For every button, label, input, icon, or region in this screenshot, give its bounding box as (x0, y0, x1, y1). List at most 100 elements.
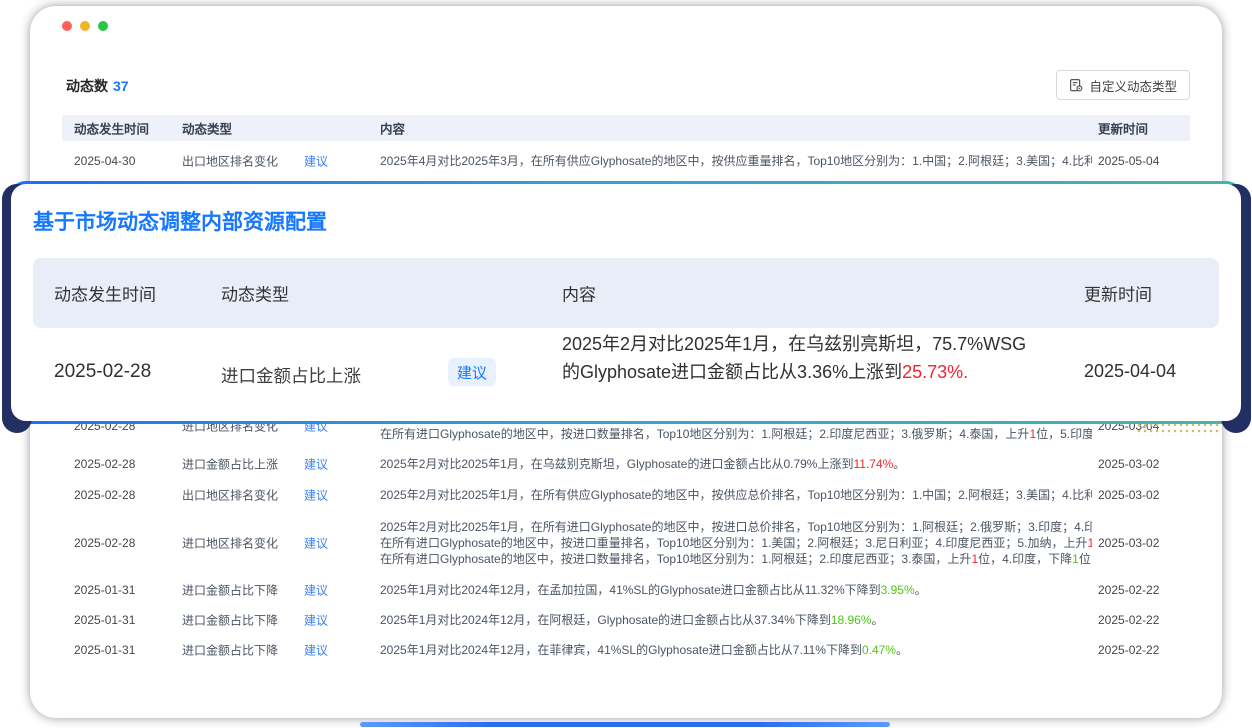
row-content: 2025年1月对比2024年12月，在菲律宾，41%SL的Glyphosate进… (380, 642, 1092, 658)
spotlight-title: 基于市场动态调整内部资源配置 (33, 206, 327, 236)
content-text: 在所有进口Glyphosate的地区中，按进口重量排名，Top10地区分别为：1… (380, 536, 1087, 550)
spotlight-occur-date: 2025-02-28 (54, 361, 151, 383)
highlight-value: 3.95% (881, 583, 915, 597)
content-text: 2025年2月对比2025年1月，在所有供应Glyphosate的地区中，按供应… (380, 488, 1092, 502)
row-content: 2025年1月对比2024年12月，在阿根廷，Glyphosate的进口金额占比… (380, 612, 1092, 628)
spotlight-dynamic-type: 进口金额占比上涨 (221, 363, 361, 388)
suggest-badge: 建议 (304, 612, 328, 629)
spotlight-header-occur-time: 动态发生时间 (54, 281, 156, 306)
table-header-row: 动态发生时间 动态类型 内容 更新时间 (62, 115, 1190, 141)
content-text: 。 (893, 457, 905, 471)
content-line: 2025年2月对比2025年1月，在乌兹别克斯坦，Glyphosate的进口金额… (380, 456, 1092, 472)
content-text: 在所有进口Glyphosate的地区中，按进口数量排名，Top10地区分别为：1… (380, 552, 971, 566)
row-update-date: 2025-03-02 (1098, 488, 1159, 502)
highlight-value: 1 (1072, 552, 1079, 566)
content-text: 。 (915, 583, 927, 597)
header-occur-time: 动态发生时间 (74, 119, 149, 138)
spotlight-update-date: 2025-04-04 (1084, 361, 1176, 382)
row-content: 2025年4月对比2025年3月，在所有供应Glyphosate的地区中，按供应… (380, 153, 1092, 169)
suggest-badge: 建议 (304, 582, 328, 599)
spotlight-panel: 基于市场动态调整内部资源配置 动态发生时间 动态类型 内容 更新时间 2025-… (8, 181, 1244, 424)
content-line: 2025年1月对比2024年12月，在菲律宾，41%SL的Glyphosate进… (380, 642, 1092, 658)
dotted-texture-decoration (1136, 422, 1220, 436)
spotlight-table-row[interactable]: 2025-02-28 进口金额占比上涨 建议 2025年2月对比2025年1月，… (11, 328, 1241, 418)
content-line: 在所有进口Glyphosate的地区中，按进口数量排名，Top10地区分别为：1… (380, 426, 1092, 442)
content-line: 在所有进口Glyphosate的地区中，按进口重量排名，Top10地区分别为：1… (380, 535, 1092, 551)
content-text: 2025年1月对比2024年12月，在菲律宾，41%SL的Glyphosate进… (380, 643, 862, 657)
row-dynamic-type: 进口金额占比下降 (182, 612, 278, 629)
table-row[interactable]: 2025-02-28 进口地区排名变化 建议 2025年2月对比2025年1月，在所有… (62, 519, 1190, 567)
suggest-badge: 建议 (304, 535, 328, 552)
content-text: 位，4.印度，下降 (978, 552, 1072, 566)
row-update-date: 2025-05-04 (1098, 154, 1159, 168)
row-update-date: 2025-03-02 (1098, 536, 1159, 550)
row-content: 2025年2月对比2025年1月，在所有供应Glyphosate的地区中，按供应… (380, 487, 1092, 503)
content-text: 2025年2月对比2025年1月，在乌兹别克斯坦，Glyphosate的进口金额… (380, 457, 853, 471)
highlight-value: 11.74% (853, 457, 893, 471)
suggest-badge: 建议 (304, 487, 328, 504)
content-text: 2025年1月对比2024年12月，在孟加拉国，41%SL的Glyphosate… (380, 583, 881, 597)
content-text: 。 (896, 643, 908, 657)
row-occur-date: 2025-01-31 (74, 643, 135, 657)
row-update-date: 2025-02-22 (1098, 613, 1159, 627)
content-line: 2025年2月对比2025年1月，在所有供应Glyphosate的地区中，按供应… (380, 487, 1092, 503)
row-content: 2025年1月对比2024年12月，在孟加拉国，41%SL的Glyphosate… (380, 582, 1092, 598)
content-line: 在所有进口Glyphosate的地区中，按进口数量排名，Top10地区分别为：1… (380, 551, 1092, 567)
content-text: 在所有进口Glyphosate的地区中，按进口数量排名，Top10地区分别为：1… (380, 427, 1029, 441)
row-dynamic-type: 进口金额占比下降 (182, 582, 278, 599)
suggest-badge: 建议 (448, 358, 496, 386)
table-row[interactable]: 2025-04-30 出口地区排名变化 建议 2025年4月对比2025年3月，在所有… (62, 143, 1190, 179)
spotlight-card: 基于市场动态调整内部资源配置 动态发生时间 动态类型 内容 更新时间 2025-… (11, 184, 1241, 421)
row-occur-date: 2025-01-31 (74, 613, 135, 627)
header-content: 内容 (380, 119, 405, 138)
table-row[interactable]: 2025-02-28 出口地区排名变化 建议 2025年2月对比2025年1月，在所有… (62, 480, 1190, 510)
highlight-value: 18.96% (831, 613, 872, 627)
spotlight-header-update-time: 更新时间 (1084, 281, 1152, 306)
row-content: 2025年2月对比2025年1月，在所有进口Glyphosate的地区中，按进口… (380, 519, 1092, 567)
spotlight-header-content: 内容 (562, 281, 596, 306)
highlight-value: 25.73%. (902, 362, 968, 382)
content-text: 2025年2月对比2025年1月，在乌兹别亮斯坦，75.7%WSG (562, 334, 1026, 354)
row-dynamic-type: 出口地区排名变化 (182, 153, 278, 170)
spotlight-content: 2025年2月对比2025年1月，在乌兹别亮斯坦，75.7%WSG 的Glypho… (562, 330, 1067, 386)
row-dynamic-type: 进口金额占比上涨 (182, 456, 278, 473)
row-dynamic-type: 进口金额占比下降 (182, 642, 278, 659)
spotlight-header-row: 动态发生时间 动态类型 内容 更新时间 (33, 258, 1219, 328)
content-text: 位，5.印度，下降 (1036, 427, 1092, 441)
row-content: 在所有进口Glyphosate的地区中，按进口数量排名，Top10地区分别为：1… (380, 426, 1092, 442)
row-occur-date: 2025-02-28 (74, 457, 135, 471)
content-line: 2025年1月对比2024年12月，在阿根廷，Glyphosate的进口金额占比… (380, 612, 1092, 628)
content-text: 2025年2月对比2025年1月，在所有进口Glyphosate的地区中，按进口… (380, 520, 1092, 534)
row-update-date: 2025-02-22 (1098, 643, 1159, 657)
suggest-badge: 建议 (304, 456, 328, 473)
content-text: 位，5.俄罗斯... (1079, 552, 1092, 566)
table-row[interactable]: 2025-01-31 进口金额占比下降 建议 2025年1月对比2024年12月，在菲… (62, 635, 1190, 665)
content-line: 2025年4月对比2025年3月，在所有供应Glyphosate的地区中，按供应… (380, 153, 1092, 169)
table-row[interactable]: 2025-01-31 进口金额占比下降 建议 2025年1月对比2024年12月，在阿… (62, 605, 1190, 635)
bottom-accent-bar (360, 722, 890, 727)
table-row[interactable]: 2025-02-28 进口金额占比上涨 建议 2025年2月对比2025年1月，在乌兹… (62, 449, 1190, 479)
row-occur-date: 2025-04-30 (74, 154, 135, 168)
row-occur-date: 2025-01-31 (74, 583, 135, 597)
header-dynamic-type: 动态类型 (182, 119, 232, 138)
content-text: 2025年4月对比2025年3月，在所有供应Glyphosate的地区中，按供应… (380, 154, 1092, 168)
content-text: 的Glyphosate进口金额占比从3.36%上涨到 (562, 362, 902, 382)
header-update-time: 更新时间 (1098, 119, 1148, 138)
highlight-value: 0.47% (862, 643, 896, 657)
row-dynamic-type: 进口地区排名变化 (182, 535, 278, 552)
spotlight-header-dynamic-type: 动态类型 (221, 281, 289, 306)
row-dynamic-type: 出口地区排名变化 (182, 487, 278, 504)
row-update-date: 2025-02-22 (1098, 583, 1159, 597)
content-text: 2025年1月对比2024年12月，在阿根廷，Glyphosate的进口金额占比… (380, 613, 831, 627)
content-text: 。 (872, 613, 884, 627)
suggest-badge: 建议 (304, 153, 328, 170)
row-update-date: 2025-03-02 (1098, 457, 1159, 471)
content-line: 2025年1月对比2024年12月，在孟加拉国，41%SL的Glyphosate… (380, 582, 1092, 598)
suggest-badge: 建议 (304, 642, 328, 659)
row-occur-date: 2025-02-28 (74, 488, 135, 502)
table-row[interactable]: 2025-01-31 进口金额占比下降 建议 2025年1月对比2024年12月，在孟… (62, 575, 1190, 605)
row-occur-date: 2025-02-28 (74, 536, 135, 550)
spotlight-content-line: 2025年2月对比2025年1月，在乌兹别亮斯坦，75.7%WSG (562, 330, 1067, 358)
row-content: 2025年2月对比2025年1月，在乌兹别克斯坦，Glyphosate的进口金额… (380, 456, 1092, 472)
spotlight-content-line: 的Glyphosate进口金额占比从3.36%上涨到25.73%. (562, 358, 1067, 386)
